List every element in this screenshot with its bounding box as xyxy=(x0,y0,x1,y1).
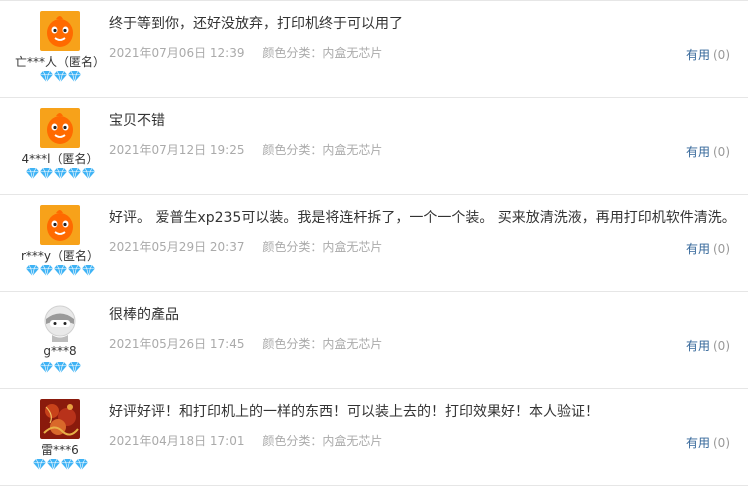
diamond-icon xyxy=(81,265,95,276)
useful-vote[interactable]: 有用 (0) xyxy=(686,337,730,354)
diamond-icon xyxy=(53,265,67,276)
review-meta: 2021年05月29日 20:37 颜色分类：内盒无芯片 xyxy=(109,238,382,255)
review-date: 2021年04月18日 17:01 xyxy=(109,434,245,448)
diamond-icon xyxy=(39,265,53,276)
useful-count: (0) xyxy=(713,242,730,256)
username: 4***l（匿名） xyxy=(21,152,99,166)
username: 亡***人（匿名） xyxy=(14,55,105,69)
diamond-icon xyxy=(53,168,67,179)
useful-count: (0) xyxy=(713,339,730,353)
sku-value: 内盒无芯片 xyxy=(322,434,383,448)
diamond-icon xyxy=(67,362,81,373)
diamond-icon xyxy=(46,459,60,470)
avatar[interactable] xyxy=(40,302,80,342)
useful-button[interactable]: 有用 xyxy=(686,436,710,450)
diamond-icon xyxy=(81,168,95,179)
user-level-gems xyxy=(0,168,120,179)
useful-button[interactable]: 有用 xyxy=(686,48,710,62)
review-text: 宝贝不错 xyxy=(109,113,165,129)
useful-vote[interactable]: 有用 (0) xyxy=(686,143,730,160)
useful-count: (0) xyxy=(713,48,730,62)
useful-button[interactable]: 有用 xyxy=(686,145,710,159)
diamond-icon xyxy=(39,168,53,179)
review-meta: 2021年05月26日 17:45 颜色分类：内盒无芯片 xyxy=(109,335,382,352)
diamond-icon xyxy=(60,459,74,470)
diamond-icon xyxy=(67,265,81,276)
review-item: g***8 很棒的產品 2021年05月26日 17:45 颜色分类：内盒无芯片… xyxy=(0,292,748,389)
diamond-icon xyxy=(53,71,67,82)
review-date: 2021年07月06日 12:39 xyxy=(109,46,245,60)
review-text: 很棒的產品 xyxy=(109,307,179,323)
review-meta: 2021年07月06日 12:39 颜色分类：内盒无芯片 xyxy=(109,44,382,61)
user-level-gems xyxy=(0,71,120,82)
diamond-icon xyxy=(67,71,81,82)
diamond-icon xyxy=(39,362,53,373)
review-date: 2021年07月12日 19:25 xyxy=(109,143,245,157)
review-item: 4***l（匿名） 宝贝不错 2021年07月12日 19:25 颜色分类：内盒… xyxy=(0,98,748,195)
user-level-gems xyxy=(0,362,120,373)
username: g***8 xyxy=(43,344,77,358)
useful-vote[interactable]: 有用 (0) xyxy=(686,434,730,451)
sku-value: 内盒无芯片 xyxy=(322,337,383,351)
avatar[interactable] xyxy=(40,108,80,148)
diamond-icon xyxy=(67,168,81,179)
useful-vote[interactable]: 有用 (0) xyxy=(686,46,730,63)
sku-label: 颜色分类： xyxy=(262,46,323,60)
diamond-icon xyxy=(25,265,39,276)
avatar[interactable] xyxy=(40,11,80,51)
review-text: 好评。 爱普生xp235可以装。我是将连杆拆了，一个一个装。 买来放清洗液，再用… xyxy=(109,210,736,226)
reviewer-info: 亡***人（匿名） xyxy=(0,1,120,97)
avatar[interactable] xyxy=(40,205,80,245)
review-meta: 2021年04月18日 17:01 颜色分类：内盒无芯片 xyxy=(109,432,382,449)
sku-value: 内盒无芯片 xyxy=(322,240,383,254)
review-item: 亡***人（匿名） 终于等到你，还好没放弃，打印机终于可以用了 2021年07月… xyxy=(0,1,748,98)
review-text: 终于等到你，还好没放弃，打印机终于可以用了 xyxy=(109,16,403,32)
review-date: 2021年05月29日 20:37 xyxy=(109,240,245,254)
reviewer-info: r***y（匿名） xyxy=(0,195,120,291)
username: 雷***6 xyxy=(41,443,79,457)
sku-label: 颜色分类： xyxy=(262,143,323,157)
review-item: 雷***6 好评好评！和打印机上的一样的东西！可以装上去的！打印效果好！本人验证… xyxy=(0,389,748,486)
review-list: 亡***人（匿名） 终于等到你，还好没放弃，打印机终于可以用了 2021年07月… xyxy=(0,0,748,502)
reviewer-info: 4***l（匿名） xyxy=(0,98,120,194)
useful-count: (0) xyxy=(713,436,730,450)
reviewer-info: g***8 xyxy=(0,292,120,388)
useful-button[interactable]: 有用 xyxy=(686,339,710,353)
review-date: 2021年05月26日 17:45 xyxy=(109,337,245,351)
useful-button[interactable]: 有用 xyxy=(686,242,710,256)
sku-value: 内盒无芯片 xyxy=(322,143,383,157)
user-level-gems xyxy=(0,265,120,276)
diamond-icon xyxy=(53,362,67,373)
sku-label: 颜色分类： xyxy=(262,240,323,254)
review-item: r***y（匿名） 好评。 爱普生xp235可以装。我是将连杆拆了，一个一个装。… xyxy=(0,195,748,292)
sku-label: 颜色分类： xyxy=(262,337,323,351)
review-meta: 2021年07月12日 19:25 颜色分类：内盒无芯片 xyxy=(109,141,382,158)
diamond-icon xyxy=(32,459,46,470)
useful-count: (0) xyxy=(713,145,730,159)
reviewer-info: 雷***6 xyxy=(0,389,120,485)
username: r***y（匿名） xyxy=(20,249,100,263)
diamond-icon xyxy=(25,168,39,179)
review-text: 好评好评！和打印机上的一样的东西！可以装上去的！打印效果好！本人验证！ xyxy=(109,404,599,420)
diamond-icon xyxy=(39,71,53,82)
user-level-gems xyxy=(0,459,120,470)
useful-vote[interactable]: 有用 (0) xyxy=(686,240,730,257)
sku-value: 内盒无芯片 xyxy=(322,46,383,60)
sku-label: 颜色分类： xyxy=(262,434,323,448)
avatar[interactable] xyxy=(40,399,80,439)
diamond-icon xyxy=(74,459,88,470)
